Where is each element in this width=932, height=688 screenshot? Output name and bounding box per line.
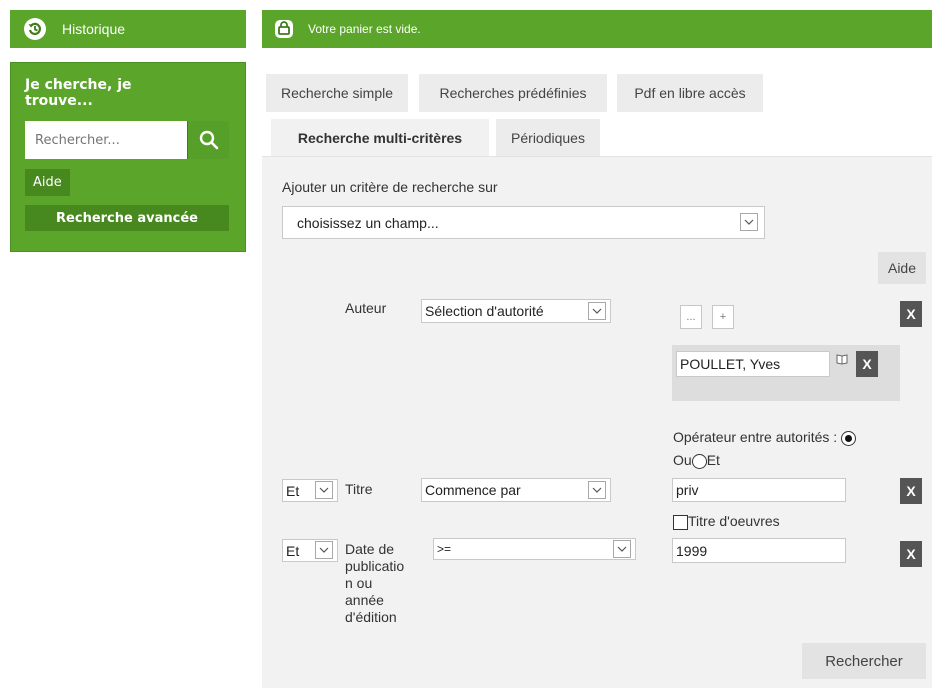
title-mode-select[interactable]: Commence par [421, 478, 611, 502]
history-label: Historique [62, 21, 126, 37]
add-criteria-label: Ajouter un critère de recherche sur [282, 179, 498, 195]
or-label: Ou [673, 452, 692, 468]
date-operator-value: Et [286, 542, 300, 559]
book-icon [836, 354, 848, 365]
add-authority-button[interactable]: + [712, 305, 734, 329]
date-input[interactable]: 1999 [672, 538, 846, 563]
field-select[interactable]: choisissez un champ... [282, 206, 765, 239]
field-select-value: choisissez un champ... [297, 214, 439, 231]
authority-input[interactable]: POULLET, Yves [676, 351, 830, 377]
author-label: Auteur [345, 300, 387, 316]
search-row [25, 121, 231, 159]
history-bar[interactable]: Historique [10, 10, 246, 48]
search-icon [199, 130, 218, 150]
chevron-down-icon [740, 213, 758, 231]
works-title-label: Titre d'oeuvres [688, 513, 780, 529]
author-mode-select[interactable]: Sélection d'autorité [421, 299, 611, 323]
title-mode-value: Commence par [425, 482, 521, 498]
tab-open-access-pdf[interactable]: Pdf en libre accès [617, 74, 763, 112]
title-operator-select[interactable]: Et [282, 479, 338, 502]
search-button[interactable] [187, 121, 229, 159]
remove-date-criteria-button[interactable]: X [900, 541, 922, 567]
help-button[interactable]: Aide [878, 252, 926, 284]
chevron-down-icon [613, 540, 631, 558]
date-mode-select[interactable]: >= [433, 538, 636, 560]
tab-multi-criteria[interactable]: Recherche multi-critères [271, 119, 489, 157]
search-title: Je cherche, je trouve... [25, 77, 132, 109]
date-mode-value: >= [437, 542, 452, 556]
chevron-down-icon [588, 481, 606, 499]
operator-options: Ou Et [673, 452, 720, 469]
search-input[interactable] [25, 121, 187, 159]
history-icon [24, 18, 46, 40]
works-title-option: Titre d'oeuvres [673, 513, 780, 530]
operator-or-radio[interactable] [841, 430, 857, 446]
tab-simple-search[interactable]: Recherche simple [266, 74, 408, 112]
quick-search-box: Je cherche, je trouve... Aide Recherche … [10, 62, 246, 252]
chevron-down-icon [588, 302, 606, 320]
author-mode-value: Sélection d'autorité [425, 303, 544, 319]
chevron-down-icon [315, 541, 333, 559]
title-label: Titre [345, 481, 373, 497]
works-title-checkbox[interactable] [673, 514, 688, 530]
date-operator-select[interactable]: Et [282, 539, 338, 562]
remove-author-criteria-button[interactable]: X [900, 301, 922, 327]
tab-periodicals[interactable]: Périodiques [496, 119, 600, 157]
remove-title-criteria-button[interactable]: X [900, 478, 922, 504]
date-label: Date de publicatio n ou année d'édition [345, 541, 405, 625]
browse-authority-button[interactable]: ... [680, 305, 702, 329]
search-submit-button[interactable]: Rechercher [802, 643, 926, 679]
operator-and-radio[interactable] [691, 453, 707, 469]
help-button[interactable]: Aide [25, 169, 70, 196]
title-operator-value: Et [286, 482, 300, 499]
chevron-down-icon [315, 481, 333, 499]
multi-criteria-panel: Ajouter un critère de recherche sur choi… [262, 156, 932, 688]
authority-list: POULLET, Yves X [672, 345, 900, 401]
cart-bar[interactable]: Votre panier est vide. [262, 10, 932, 48]
and-label: Et [706, 452, 720, 468]
title-input[interactable]: priv [672, 478, 846, 502]
tab-predefined-searches[interactable]: Recherches prédéfinies [419, 74, 607, 112]
advanced-search-button[interactable]: Recherche avancée [25, 205, 229, 231]
authority-operator: Opérateur entre autorités : [673, 429, 857, 446]
operator-label: Opérateur entre autorités : [673, 429, 838, 445]
remove-authority-button[interactable]: X [856, 351, 878, 377]
basket-icon [275, 20, 293, 38]
cart-status: Votre panier est vide. [308, 22, 421, 36]
